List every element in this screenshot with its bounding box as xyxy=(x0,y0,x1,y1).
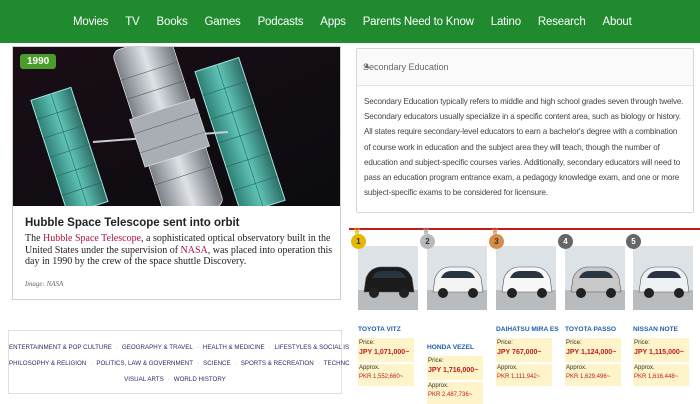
separator-dot: · xyxy=(196,344,199,351)
car-name-link[interactable]: DAIHATSU MIRA ES xyxy=(496,326,559,333)
price-label: Price: xyxy=(634,339,650,346)
price-value: JPY 1,124,000~ xyxy=(566,349,617,356)
category-link[interactable]: ENTERTAINMENT & POP CULTURE xyxy=(9,344,112,351)
approx-value: PKR 1,111,942~ xyxy=(497,374,541,380)
category-link[interactable]: VISUAL ARTS xyxy=(124,376,164,383)
crown-icon: ♛ xyxy=(491,226,500,236)
nav-item-books[interactable]: Books xyxy=(157,16,188,28)
separator-dot: · xyxy=(167,376,170,383)
approx-price-box: Approx. PKR 1,616,448~ xyxy=(633,364,689,386)
category-link[interactable]: HEALTH & MEDICINE xyxy=(203,344,265,351)
separator-dot: · xyxy=(268,344,271,351)
approx-price-box: Approx. PKR 1,111,942~ xyxy=(496,364,552,386)
desc-text-1: The xyxy=(25,233,44,244)
nav-item-podcasts[interactable]: Podcasts xyxy=(258,16,304,28)
price-box: Price: JPY 1,071,000~ xyxy=(358,338,414,362)
category-link[interactable]: SCIENCE xyxy=(203,360,231,367)
category-link[interactable]: PHILOSOPHY & RELIGION xyxy=(9,360,86,367)
separator-dot: · xyxy=(234,360,237,367)
secondary-education-accordion: Secondary Education ▲ Secondary Educatio… xyxy=(356,48,694,213)
approx-price-box: Approx. PKR 1,629,496~ xyxy=(565,364,621,386)
crown-icon: ♛ xyxy=(353,226,362,236)
car-illustration xyxy=(496,246,556,310)
car-photo[interactable] xyxy=(633,246,693,310)
car-name-link[interactable]: TOYOTA VITZ xyxy=(358,326,401,333)
hubble-link[interactable]: Hubble Space Telescope xyxy=(43,233,141,244)
approx-value: PKR 1,629,496~ xyxy=(566,374,611,380)
car-name-link[interactable]: TOYOTA PASSO xyxy=(565,326,616,333)
car-name-link[interactable]: HONDA VEZEL xyxy=(427,344,474,351)
nav-item-latino[interactable]: Latino xyxy=(491,16,521,28)
nav-item-research[interactable]: Research xyxy=(538,16,586,28)
price-value: JPY 1,115,000~ xyxy=(634,349,684,356)
separator-dot: · xyxy=(115,344,118,351)
nav-item-tv[interactable]: TV xyxy=(125,16,140,28)
category-link[interactable]: GEOGRAPHY & TRAVEL xyxy=(122,344,193,351)
category-link[interactable]: POLITICS, LAW & GOVERNMENT xyxy=(96,360,193,367)
price-label: Price: xyxy=(497,339,513,346)
image-credit: Image: NASA xyxy=(25,280,64,288)
car-illustration xyxy=(427,246,487,310)
rank-badge: 4 xyxy=(558,234,573,249)
price-box: Price: JPY 767,000~ xyxy=(496,338,552,362)
nasa-link[interactable]: NASA xyxy=(181,245,208,256)
approx-label: Approx. xyxy=(634,365,655,371)
nav-item-apps[interactable]: Apps xyxy=(320,16,346,28)
accordion-body: Secondary Education typically refers to … xyxy=(364,97,684,198)
car-ranking-widget: 1 ♛ TOYOTA VITZ Price: JPY 1,071,000~ Approx.… xyxy=(349,226,700,404)
car-photo[interactable] xyxy=(427,246,487,310)
approx-value: PKR 1,552,660~ xyxy=(359,374,404,380)
car-illustration xyxy=(358,246,418,310)
price-box: Price: JPY 1,124,000~ xyxy=(565,338,621,362)
price-label: Price: xyxy=(359,339,375,346)
car-photo[interactable] xyxy=(565,246,625,310)
car-illustration xyxy=(565,246,625,310)
separator-dot: · xyxy=(317,360,320,367)
history-card[interactable]: 1990 Hubble Space Telescope sent into or… xyxy=(12,46,341,300)
category-link[interactable]: SPORTS & RECREATION xyxy=(241,360,314,367)
rank-badge: 5 xyxy=(626,234,641,249)
category-link[interactable]: WORLD HISTORY xyxy=(174,376,226,383)
accordion-header[interactable]: Secondary Education ▲ xyxy=(357,49,693,86)
category-row-3: VISUAL ARTS · WORLD HISTORY xyxy=(9,372,341,388)
approx-value: PKR 2,487,736~ xyxy=(428,392,473,398)
crown-icon: ♛ xyxy=(422,226,431,236)
approx-value: PKR 1,616,448~ xyxy=(634,374,679,380)
separator-dot: · xyxy=(90,360,93,367)
price-box: Price: JPY 1,115,000~ xyxy=(633,338,689,362)
car-name-link[interactable]: NISSAN NOTE xyxy=(633,326,678,333)
car-photo[interactable] xyxy=(496,246,556,310)
approx-label: Approx. xyxy=(497,365,518,371)
caret-up-icon[interactable]: ▲ xyxy=(363,61,685,70)
nav-item-parents-need-to-know[interactable]: Parents Need to Know xyxy=(363,16,474,28)
approx-price-box: Approx. PKR 1,552,660~ xyxy=(358,364,414,386)
category-row-2: PHILOSOPHY & RELIGION · POLITICS, LAW & GO… xyxy=(9,356,367,372)
approx-label: Approx. xyxy=(566,365,587,371)
price-label: Price: xyxy=(428,357,444,364)
price-value: JPY 767,000~ xyxy=(497,349,542,356)
year-badge: 1990 xyxy=(20,54,57,69)
approx-label: Approx. xyxy=(359,365,380,371)
price-value: JPY 1,716,000~ xyxy=(428,367,479,374)
top-navigation: Movies TV Books Games Podcasts Apps Parents Ne… xyxy=(0,0,700,43)
approx-price-box: Approx. PKR 2,487,736~ xyxy=(427,382,483,404)
price-value: JPY 1,071,000~ xyxy=(359,349,410,356)
category-links: ENTERTAINMENT & POP CULTURE · GEOGRAPHY & … xyxy=(8,330,414,394)
nav-item-games[interactable]: Games xyxy=(205,16,241,28)
price-box: Price: JPY 1,716,000~ xyxy=(427,356,483,380)
nav-list: Movies TV Books Games Podcasts Apps Parents Ne… xyxy=(0,0,700,43)
hubble-image: 1990 xyxy=(13,47,340,206)
car-photo[interactable] xyxy=(358,246,418,310)
nav-item-movies[interactable]: Movies xyxy=(73,16,108,28)
approx-label: Approx. xyxy=(428,383,449,389)
price-label: Price: xyxy=(566,339,582,346)
nav-item-about[interactable]: About xyxy=(603,16,632,28)
history-title[interactable]: Hubble Space Telescope sent into orbit xyxy=(25,217,240,229)
separator-dot: · xyxy=(197,360,200,367)
history-description: The Hubble Space Telescope, a sophistica… xyxy=(25,233,335,268)
car-illustration xyxy=(633,246,693,310)
hubble-illustration xyxy=(13,47,340,206)
category-row-1: ENTERTAINMENT & POP CULTURE · GEOGRAPHY & … xyxy=(9,340,414,356)
